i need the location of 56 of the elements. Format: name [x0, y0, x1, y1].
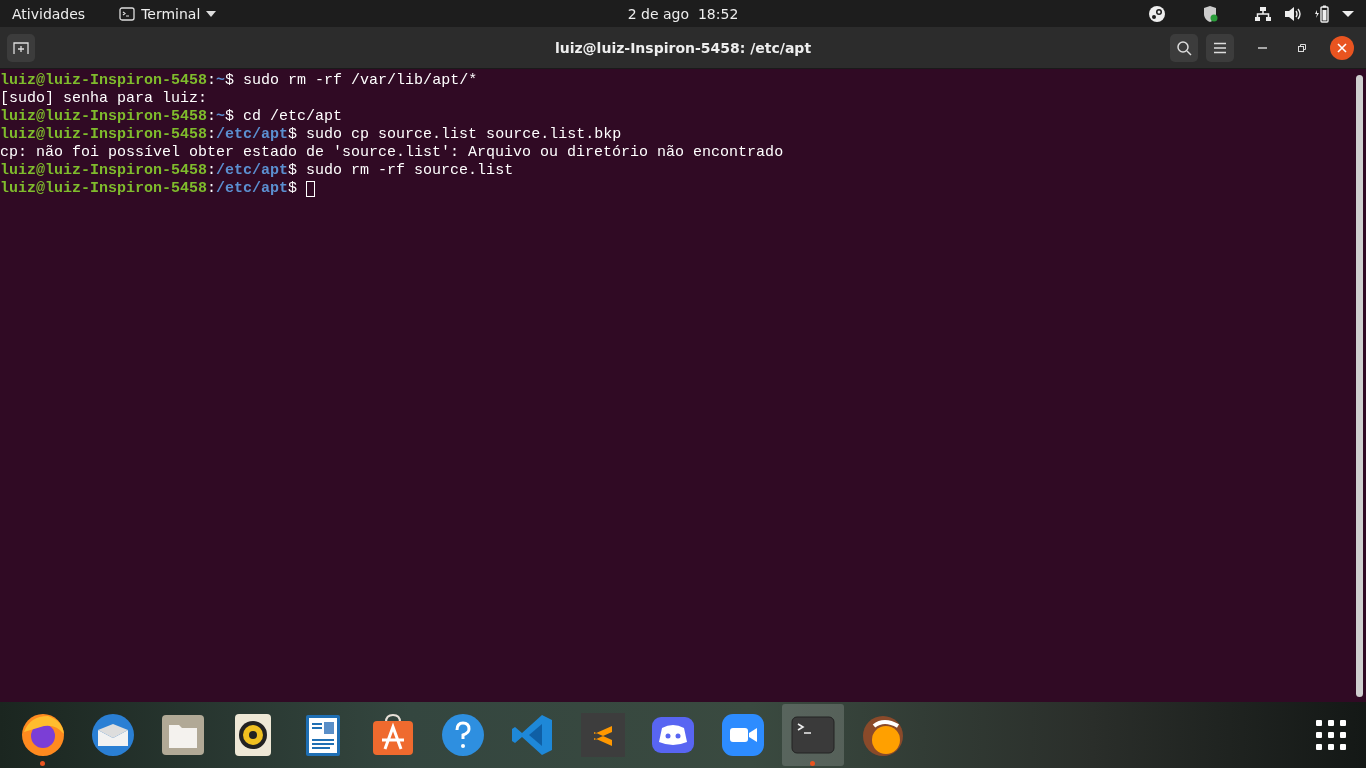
search-button[interactable] — [1170, 33, 1198, 62]
browser-icon[interactable] — [20, 712, 66, 758]
terminal-icon — [119, 6, 136, 21]
prompt-path: /etc/apt — [216, 180, 289, 198]
volume-icon[interactable] — [1284, 5, 1302, 22]
shopping-bag-icon[interactable] — [370, 712, 416, 758]
menu-button[interactable] — [1206, 33, 1234, 62]
command-text: sudo rm -rf /var/lib/apt/* — [242, 72, 478, 90]
scrollbar[interactable] — [1356, 75, 1363, 697]
prompt-path: /etc/apt — [216, 162, 289, 180]
caret-icon — [206, 10, 217, 17]
prompt-separator: : — [207, 108, 217, 126]
help-icon[interactable] — [440, 712, 486, 758]
restore-icon — [1297, 42, 1307, 53]
show-applications-icon[interactable] — [1316, 720, 1346, 750]
mail-icon[interactable] — [90, 712, 136, 758]
prompt-separator: : — [207, 162, 217, 180]
prompt-path: ~ — [216, 108, 226, 126]
prompt-user: luiz@luiz-Inspiron-5458 — [0, 108, 208, 126]
app-menu[interactable]: Terminal — [119, 5, 217, 22]
folder-icon[interactable] — [160, 712, 206, 758]
command-text: cd /etc/apt — [242, 108, 343, 126]
prompt-sign: $ — [288, 126, 298, 144]
output-text: [sudo] senha para luiz: — [0, 90, 208, 108]
prompt-path: /etc/apt — [216, 126, 289, 144]
battery-icon[interactable] — [1314, 4, 1330, 23]
prompt-user: luiz@luiz-Inspiron-5458 — [0, 72, 208, 90]
minimize-icon — [1257, 46, 1267, 49]
clock[interactable]: 2 de ago 18:52 — [627, 5, 739, 22]
activities-button[interactable]: Atividades — [12, 5, 86, 22]
search-icon — [1176, 39, 1192, 56]
new-tab-button[interactable] — [7, 33, 35, 62]
prompt-path: ~ — [216, 72, 226, 90]
caret-icon[interactable] — [1342, 9, 1354, 18]
prompt-separator: : — [207, 180, 217, 198]
command-text: sudo cp source.list source.list.bkp — [305, 126, 622, 144]
network-icon[interactable] — [1254, 5, 1272, 22]
video-camera-icon[interactable] — [720, 712, 766, 758]
prompt-user: luiz@luiz-Inspiron-5458 — [0, 162, 208, 180]
prompt-sign: $ — [288, 180, 298, 198]
prompt-user: luiz@luiz-Inspiron-5458 — [0, 126, 208, 144]
prompt-sign: $ — [288, 162, 298, 180]
prompt-separator: : — [207, 72, 217, 90]
menu-icon — [1213, 41, 1227, 54]
shield-icon[interactable] — [1202, 4, 1218, 23]
prompt-user: luiz@luiz-Inspiron-5458 — [0, 180, 208, 198]
text-editor-icon[interactable] — [580, 712, 626, 758]
close-button[interactable] — [1330, 35, 1354, 60]
prompt-sign: $ — [225, 72, 235, 90]
command-text: sudo rm -rf source.list — [305, 162, 514, 180]
prompt-sign: $ — [225, 108, 235, 126]
prompt-separator: : — [207, 126, 217, 144]
new-tab-icon — [13, 40, 29, 55]
window-title: luiz@luiz-Inspiron-5458: /etc/apt — [554, 39, 812, 56]
close-icon — [1337, 42, 1347, 53]
output-text: cp: não foi possível obter estado de 'source.list': Arquivo ou diretório não encontrado — [0, 144, 784, 162]
